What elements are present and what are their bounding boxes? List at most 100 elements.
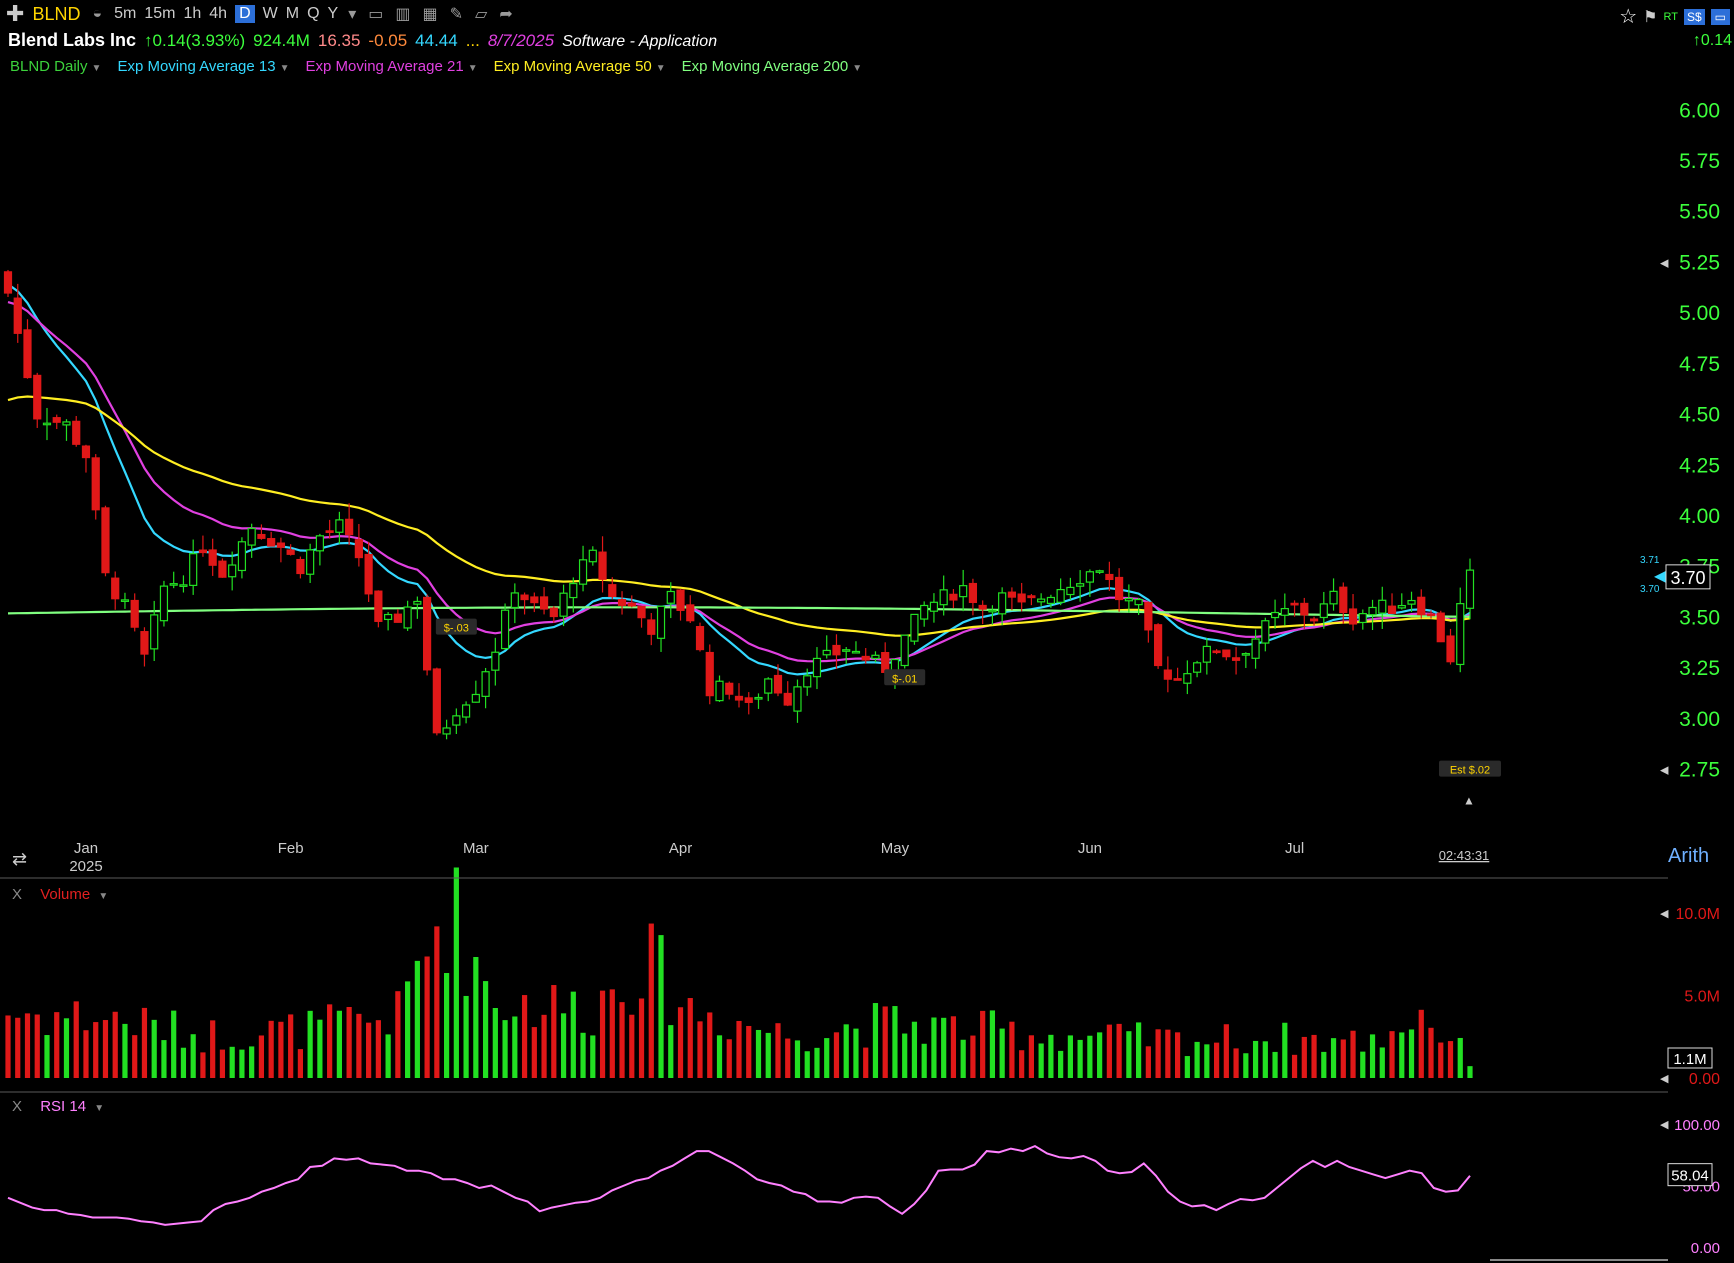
- volume-bar: [512, 1016, 518, 1078]
- volume-bar: [1233, 1048, 1239, 1078]
- volume-bar: [931, 1017, 937, 1078]
- volume-bar: [1262, 1041, 1268, 1078]
- volume-bar: [346, 1007, 352, 1078]
- volume-bar: [1097, 1032, 1103, 1078]
- x-tick-label: Mar: [463, 840, 489, 857]
- candle-body: [413, 600, 422, 605]
- volume-bar: [1058, 1050, 1064, 1078]
- candle-body: [773, 674, 783, 694]
- volume-bar: [73, 1001, 79, 1078]
- candle-body: [1465, 569, 1475, 609]
- candle-body: [871, 654, 880, 660]
- candle-body: [189, 553, 198, 586]
- candle-body: [695, 626, 705, 651]
- volume-tick-label: 0.00: [1689, 1071, 1720, 1088]
- volume-bar: [921, 1043, 927, 1078]
- candle-body: [1222, 649, 1231, 658]
- candle-body: [1348, 608, 1358, 625]
- volume-bar: [444, 973, 450, 1078]
- volume-bar: [1116, 1023, 1122, 1078]
- rsi-panel-label[interactable]: X RSI 14 ▼: [12, 1098, 104, 1115]
- volume-bar: [1145, 1046, 1151, 1078]
- chevron-down-icon[interactable]: ▼: [98, 891, 108, 902]
- volume-bar: [560, 1013, 567, 1078]
- candle-body: [1115, 576, 1124, 601]
- candle-body: [647, 619, 656, 635]
- volume-bar: [1340, 1039, 1346, 1078]
- candle-body: [822, 649, 831, 656]
- candle-body: [1046, 596, 1055, 604]
- candle-body: [1154, 624, 1163, 667]
- earnings-arrow-icon: ▲: [1463, 794, 1475, 808]
- volume-bar: [171, 1010, 177, 1078]
- volume-bar: [492, 1008, 498, 1078]
- candle-body: [1397, 604, 1406, 609]
- candle-body: [803, 675, 812, 688]
- candle-body: [452, 715, 461, 726]
- candle-body: [1173, 678, 1182, 681]
- candle-body: [539, 596, 549, 610]
- candle-body: [939, 589, 948, 606]
- candle-body: [588, 549, 597, 563]
- volume-bar: [668, 1025, 674, 1078]
- price-chart[interactable]: 6.005.755.505.255.004.754.504.254.003.75…: [0, 0, 1734, 1263]
- volume-bar: [1067, 1035, 1073, 1078]
- volume-panel-label[interactable]: X Volume ▼: [12, 886, 108, 903]
- rsi-tick-label: 100.00: [1674, 1117, 1720, 1134]
- candle-body: [978, 604, 987, 610]
- arith-scale-toggle[interactable]: Arith: [1668, 845, 1709, 868]
- candle-body: [1446, 635, 1455, 663]
- x-tick-label: Feb: [278, 840, 304, 857]
- volume-bar: [93, 1022, 99, 1078]
- candle-body: [179, 584, 188, 587]
- volume-bar: [1301, 1036, 1307, 1078]
- volume-bar: [327, 1004, 333, 1078]
- volume-bar: [551, 985, 557, 1078]
- candle-body: [72, 420, 81, 445]
- candle-body: [111, 577, 120, 600]
- volume-bar: [1087, 1035, 1093, 1078]
- volume-bar: [1360, 1051, 1366, 1078]
- candle-body: [520, 594, 529, 601]
- volume-bar: [814, 1047, 820, 1078]
- volume-bar: [872, 1003, 879, 1078]
- volume-bar: [531, 1027, 537, 1078]
- candle-body: [1037, 598, 1046, 603]
- chevron-down-icon[interactable]: ▼: [94, 1103, 104, 1114]
- candle-body: [208, 549, 217, 566]
- candle-body: [442, 727, 451, 735]
- candle-body: [500, 609, 510, 650]
- candle-body: [686, 604, 695, 622]
- rsi-line: [7, 1144, 1471, 1226]
- candle-body: [842, 649, 851, 652]
- close-volume-icon[interactable]: X: [12, 886, 22, 903]
- volume-bar: [599, 990, 606, 1078]
- scale-arrow-icon: ◀: [1660, 765, 1669, 777]
- volume-bar: [1457, 1037, 1463, 1078]
- candle-body: [306, 549, 315, 575]
- volume-bar: [1019, 1050, 1025, 1078]
- volume-bar: [1155, 1029, 1161, 1078]
- expand-icon: ⇄: [12, 849, 27, 869]
- volume-bar: [63, 1018, 70, 1078]
- candle-body: [130, 599, 139, 628]
- volume-bar: [1048, 1034, 1054, 1078]
- volume-bar: [34, 1014, 40, 1078]
- volume-bar: [1438, 1042, 1444, 1078]
- candle-body: [900, 634, 909, 667]
- y-tick-label: 6.00: [1679, 99, 1720, 122]
- candle-body: [1407, 599, 1416, 605]
- volume-bar: [1330, 1038, 1337, 1078]
- volume-bar: [395, 991, 401, 1078]
- y-tick-label: 5.25: [1679, 251, 1720, 274]
- volume-bar: [580, 1032, 586, 1078]
- candle-body: [81, 445, 91, 459]
- candle-body: [169, 583, 178, 586]
- close-rsi-icon[interactable]: X: [12, 1098, 22, 1115]
- candle-body: [744, 697, 753, 703]
- volume-bar: [405, 981, 411, 1078]
- y-tick-label: 2.75: [1679, 759, 1720, 782]
- volume-bar: [219, 1049, 226, 1078]
- volume-bar: [1175, 1032, 1181, 1078]
- last-price: 3.70: [1670, 568, 1705, 588]
